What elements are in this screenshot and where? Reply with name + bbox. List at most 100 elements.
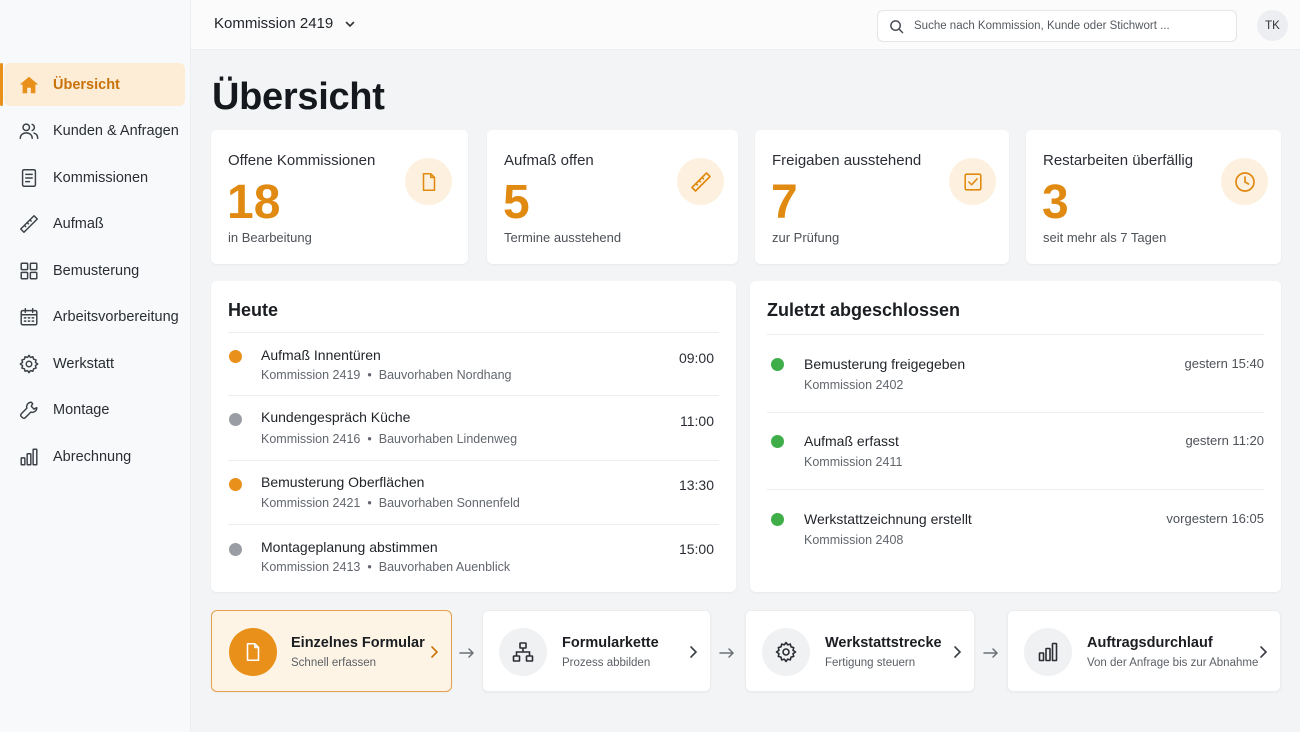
stat-title: Offene Kommissionen	[228, 152, 376, 169]
item-time: gestern 11:20	[1185, 433, 1264, 448]
list-item[interactable]: Werkstattzeichnung erstellt Kommission 2…	[767, 489, 1264, 581]
item-subtitle: Kommission 2416 • Bauvorhaben Lindenweg	[261, 432, 518, 446]
document-icon	[18, 167, 40, 189]
workflow-card-werkstattstrecke[interactable]: Werkstattstrecke Fertigung steuern	[745, 610, 975, 692]
search-input[interactable]	[914, 20, 1224, 32]
workflow-title: Auftragsdurchlauf	[1087, 635, 1213, 651]
list-item[interactable]: Bemusterung freigegeben Kommission 2402 …	[767, 334, 1264, 412]
sidebar-item-bemusterung[interactable]: Bemusterung	[4, 249, 185, 292]
stat-title: Aufmaß offen	[504, 152, 594, 169]
list-item[interactable]: Aufmaß Innentüren Kommission 2419 • Bauvor…	[228, 332, 719, 395]
sidebar-item-label: Werkstatt	[53, 355, 114, 372]
sidebar-item-montage[interactable]: Montage	[4, 389, 185, 432]
item-title: Aufmaß erfasst	[804, 433, 899, 449]
chevron-right-icon	[950, 644, 964, 660]
stat-card-offene-kommissionen[interactable]: Offene Kommissionen 18 in Bearbeitung	[211, 130, 468, 264]
status-dot	[771, 513, 784, 526]
users-icon	[18, 120, 40, 142]
stat-card-restarbeiten[interactable]: Restarbeiten überfällig 3 seit mehr als …	[1026, 130, 1281, 264]
panel-title: Zuletzt abgeschlossen	[767, 300, 961, 320]
workflow-subtitle: Schnell erfassen	[291, 657, 377, 669]
status-dot	[229, 543, 242, 556]
status-dot	[771, 435, 784, 448]
list-item[interactable]: Bemusterung Oberflächen Kommission 2421 •…	[228, 460, 719, 524]
ruler-icon	[677, 158, 724, 205]
item-time: gestern 15:40	[1184, 356, 1264, 371]
item-title: Montageplanung abstimmen	[261, 539, 438, 555]
status-dot	[229, 413, 242, 426]
sidebar-item-abrechnung[interactable]: Abrechnung	[4, 435, 185, 478]
stat-value: 18	[227, 176, 281, 229]
stat-subtitle: Termine ausstehend	[504, 230, 622, 245]
project-name: Kommission 2419	[214, 15, 334, 32]
stat-subtitle: in Bearbeitung	[228, 230, 312, 245]
calendar-icon	[18, 306, 40, 328]
workflow-subtitle: Fertigung steuern	[825, 657, 916, 669]
bar-chart-icon	[1024, 628, 1072, 676]
list-item[interactable]: Aufmaß erfasst Kommission 2411 gestern 1…	[767, 412, 1264, 489]
workflow-card-formularkette[interactable]: Formularkette Prozess abbilden	[482, 610, 711, 692]
sidebar-item-label: Arbeitsvorbereitung	[53, 309, 179, 325]
stat-card-freigaben[interactable]: Freigaben ausstehend 7 zur Prüfung	[755, 130, 1009, 264]
document-icon	[405, 158, 452, 205]
stat-value: 3	[1042, 176, 1069, 229]
item-time: vorgestern 16:05	[1166, 511, 1264, 526]
gear-icon	[762, 628, 810, 676]
item-subtitle: Kommission 2411	[804, 455, 903, 469]
page-title: Übersicht	[212, 76, 385, 118]
sidebar-item-arbeitsvorbereitung[interactable]: Arbeitsvorbereitung	[4, 296, 185, 339]
wrench-icon	[18, 399, 40, 421]
item-title: Kundengespräch Küche	[261, 409, 411, 425]
sidebar-item-uebersicht[interactable]: Übersicht	[0, 63, 185, 106]
avatar[interactable]: TK	[1257, 10, 1288, 41]
sidebar: Übersicht Kunden & Anfragen Kommissionen…	[0, 0, 191, 732]
item-subtitle: Kommission 2421 • Bauvorhaben Sonnenfeld	[261, 496, 520, 510]
arrow-right-icon	[718, 645, 736, 661]
sidebar-item-kunden[interactable]: Kunden & Anfragen	[4, 110, 185, 153]
sidebar-item-label: Aufmaß	[53, 216, 104, 232]
sidebar-item-werkstatt[interactable]: Werkstatt	[4, 342, 185, 385]
stat-subtitle: zur Prüfung	[772, 230, 840, 245]
recent-panel: Zuletzt abgeschlossen Bemusterung freige…	[750, 281, 1281, 592]
today-panel: Heute Aufmaß Innentüren Kommission 2419 •…	[211, 281, 736, 592]
top-header: Kommission 2419 TK	[191, 0, 1300, 50]
chevron-down-icon	[343, 17, 357, 31]
hierarchy-icon	[499, 628, 547, 676]
clock-icon	[1221, 158, 1268, 205]
item-subtitle: Kommission 2419 • Bauvorhaben Nordhang	[261, 368, 512, 382]
list-item[interactable]: Montageplanung abstimmen Kommission 2413…	[228, 524, 719, 582]
sidebar-nav: Übersicht Kunden & Anfragen Kommissionen…	[0, 63, 191, 482]
item-time: 13:30	[678, 477, 714, 493]
sidebar-item-label: Abrechnung	[53, 448, 132, 465]
chevron-right-icon	[427, 644, 441, 660]
sidebar-item-label: Montage	[53, 402, 110, 418]
home-icon	[18, 74, 40, 96]
workflow-subtitle: Prozess abbilden	[562, 657, 651, 669]
item-title: Bemusterung Oberflächen	[261, 474, 425, 490]
chevron-right-icon	[686, 644, 700, 660]
bar-chart-icon	[18, 446, 40, 468]
sidebar-item-kommissionen[interactable]: Kommissionen	[4, 156, 185, 199]
item-title: Aufmaß Innentüren	[261, 347, 381, 363]
stat-card-aufmass-offen[interactable]: Aufmaß offen 5 Termine ausstehend	[487, 130, 738, 264]
workflow-card-einzelnes-formular[interactable]: Einzelnes Formular Schnell erfassen	[211, 610, 452, 692]
search-box[interactable]	[877, 10, 1237, 42]
item-subtitle: Kommission 2402	[804, 378, 904, 392]
status-dot	[229, 478, 242, 491]
sidebar-item-label: Kunden & Anfragen	[53, 123, 179, 139]
project-switcher[interactable]: Kommission 2419	[214, 15, 357, 32]
checkbox-icon	[949, 158, 996, 205]
item-subtitle: Kommission 2408	[804, 533, 904, 547]
stat-subtitle: seit mehr als 7 Tagen	[1043, 230, 1167, 245]
item-time: 09:00	[678, 350, 714, 366]
workflow-card-auftragsdurchlauf[interactable]: Auftragsdurchlauf Von der Anfrage bis zu…	[1007, 610, 1281, 692]
status-dot	[771, 358, 784, 371]
status-dot	[229, 350, 242, 363]
workflow-subtitle: Von der Anfrage bis zur Abnahme	[1087, 657, 1259, 669]
grid-icon	[18, 260, 40, 282]
workflow-title: Formularkette	[562, 635, 659, 651]
workflow-title: Einzelnes Formular	[291, 635, 425, 651]
sidebar-item-aufmass[interactable]: Aufmaß	[4, 203, 185, 246]
list-item[interactable]: Kundengespräch Küche Kommission 2416 • Bau…	[228, 395, 719, 460]
arrow-right-icon	[982, 645, 1000, 661]
